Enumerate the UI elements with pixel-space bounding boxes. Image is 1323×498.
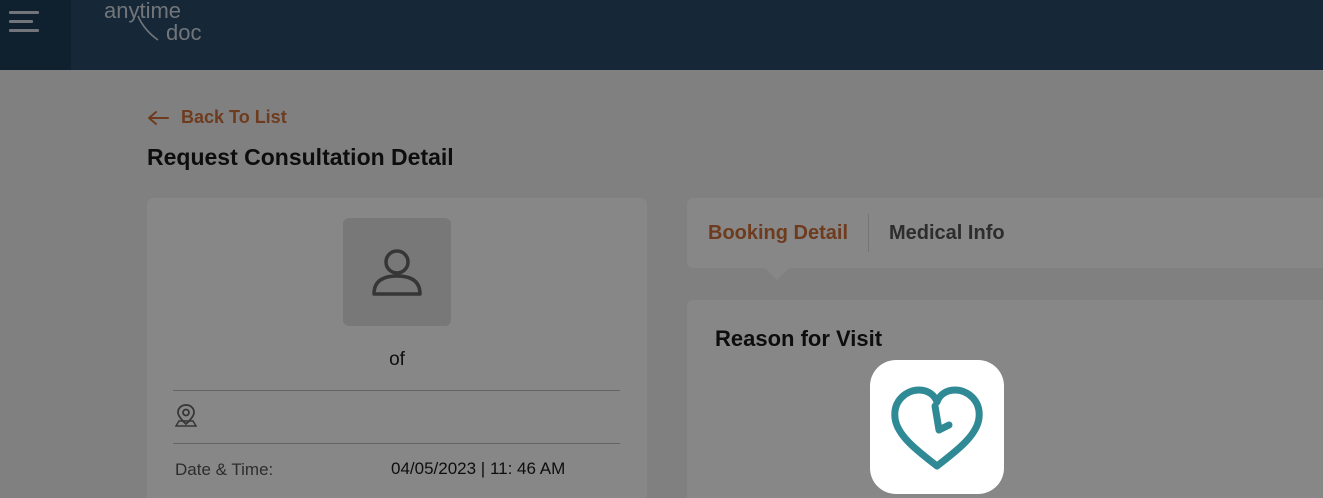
loading-overlay bbox=[0, 0, 1323, 498]
heart-clock-logo-icon bbox=[891, 386, 983, 470]
loading-spinner bbox=[870, 360, 1004, 494]
